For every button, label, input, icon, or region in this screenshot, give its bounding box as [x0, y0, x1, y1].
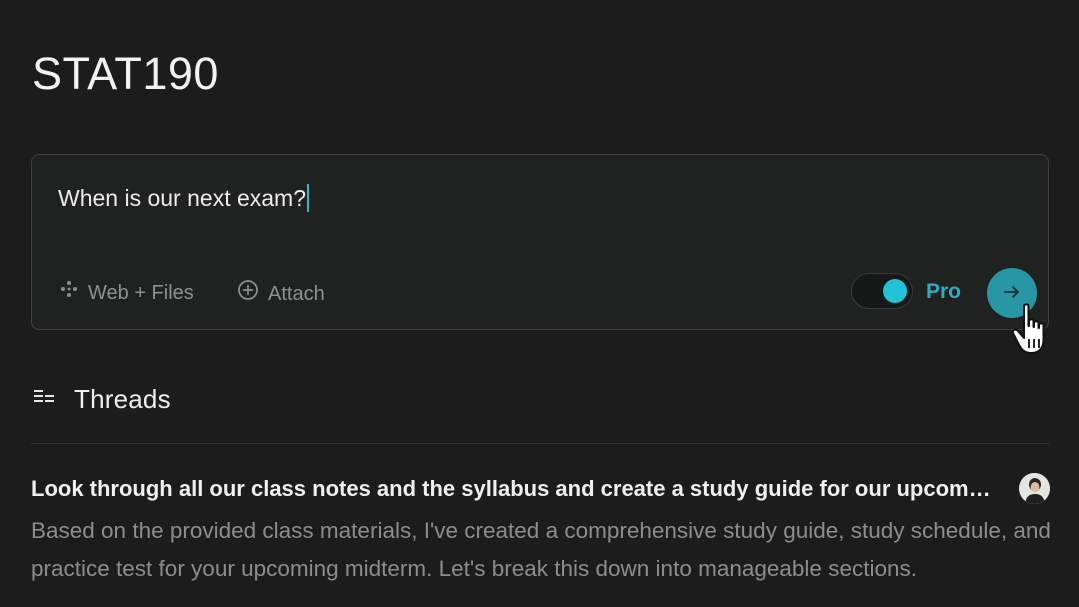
thread-item[interactable]: Look through all our class notes and the… [31, 470, 1051, 600]
attach-button[interactable]: Attach [237, 279, 325, 308]
thread-preview: Based on the provided class materials, I… [31, 518, 1051, 581]
query-text: When is our next exam? [58, 185, 307, 211]
web-files-label: Web + Files [88, 281, 194, 304]
threads-divider [31, 443, 1049, 444]
page-title: STAT190 [32, 48, 219, 99]
threads-title: Threads [74, 384, 171, 414]
pro-label: Pro [926, 280, 962, 303]
sources-icon [59, 279, 79, 306]
hand-pointer-icon [1010, 302, 1062, 358]
avatar [1019, 473, 1050, 504]
text-caret [307, 184, 309, 212]
plus-circle-icon [237, 279, 259, 308]
attach-label: Attach [268, 282, 325, 305]
threads-list-icon [32, 388, 56, 411]
web-files-button[interactable]: Web + Files [59, 279, 194, 306]
thread-title[interactable]: Look through all our class notes and the… [31, 474, 995, 504]
pro-toggle[interactable] [851, 273, 913, 309]
ask-composer[interactable]: When is our next exam? Web + Files Attac… [31, 154, 1049, 330]
query-input[interactable]: When is our next exam? [58, 183, 309, 213]
space-page: STAT190 When is our next exam? Web + Fil… [0, 0, 1079, 607]
pro-toggle-knob [883, 279, 907, 303]
threads-header: Threads [32, 383, 171, 415]
